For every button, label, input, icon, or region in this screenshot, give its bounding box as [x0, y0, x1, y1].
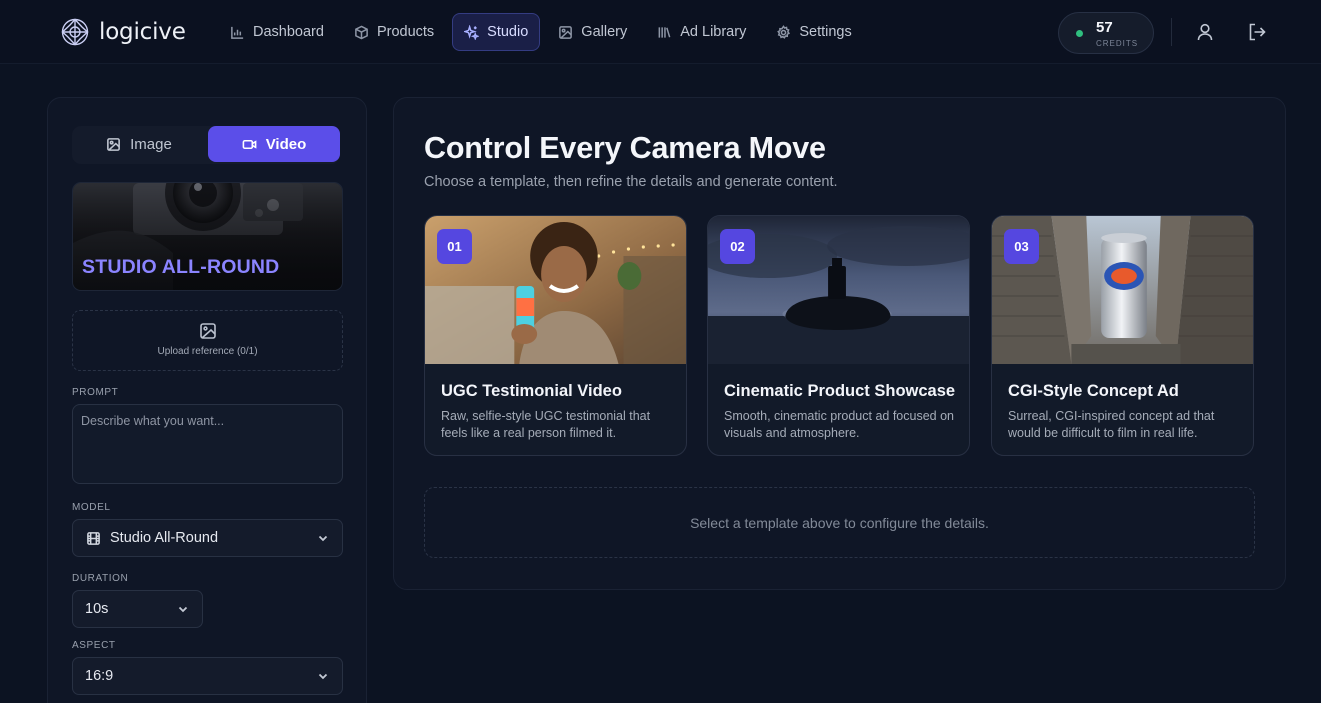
model-hero-banner[interactable]: STUDIO ALL-ROUND — [72, 182, 343, 291]
model-value: Studio All-Round — [110, 530, 219, 546]
user-icon — [1197, 23, 1213, 41]
divider — [1171, 18, 1172, 46]
top-navigation-bar: logicive Dashboard Products Studio Galle… — [0, 0, 1321, 64]
page-title: Control Every Camera Move — [424, 131, 826, 165]
empty-state-text: Select a template above to configure the… — [690, 514, 989, 531]
upload-label: Upload reference (0/1) — [157, 346, 258, 357]
nav-item-label: Products — [376, 24, 435, 40]
film-icon — [87, 531, 100, 545]
logout-button[interactable] — [1246, 21, 1268, 43]
template-panel: Control Every Camera Move Choose a templ… — [393, 97, 1286, 590]
main-nav: Dashboard Products Studio Gallery Ad Lib… — [218, 13, 864, 51]
nav-item-label: Gallery — [581, 24, 628, 40]
nav-item-ad-library[interactable]: Ad Library — [645, 13, 758, 51]
nav-item-gallery[interactable]: Gallery — [546, 13, 639, 51]
duration-label: DURATION — [72, 573, 129, 584]
page-subtitle: Choose a template, then refine the detai… — [424, 174, 838, 190]
template-title: CGI-Style Concept Ad — [1008, 382, 1179, 400]
template-description: Surreal, CGI-inspired concept ad that wo… — [1008, 409, 1215, 440]
aspect-select[interactable]: 16:9 — [72, 657, 343, 695]
upload-reference-dropzone[interactable]: Upload reference (0/1) — [72, 310, 343, 371]
logout-icon — [1249, 23, 1266, 41]
duration-value: 10s — [85, 601, 109, 617]
nav-item-products[interactable]: Products — [342, 13, 446, 51]
logo-icon — [61, 18, 89, 46]
library-icon — [658, 26, 671, 38]
template-card-cinematic[interactable]: 02 Cinematic Product Showcase Smooth, ci… — [707, 215, 970, 456]
template-description: Smooth, cinematic product ad focused on … — [724, 409, 954, 440]
nav-item-label: Ad Library — [680, 24, 747, 40]
tab-image[interactable]: Image — [72, 126, 206, 162]
bar-chart-icon — [231, 26, 244, 39]
image-upload-icon — [200, 323, 216, 339]
credits-label: CREDITS — [1096, 39, 1139, 48]
template-details-placeholder: Select a template above to configure the… — [424, 487, 1255, 558]
tab-video[interactable]: Video — [208, 126, 340, 162]
nav-item-label: Settings — [799, 24, 852, 40]
user-profile-button[interactable] — [1194, 21, 1216, 43]
nav-item-dashboard[interactable]: Dashboard — [218, 13, 336, 51]
prompt-input[interactable] — [73, 405, 342, 483]
template-number-badge: 01 — [437, 229, 472, 264]
sparkles-icon — [464, 24, 480, 40]
image-icon — [559, 25, 573, 39]
template-description: Raw, selfie-style UGC testimonial that f… — [441, 409, 651, 440]
video-camera-icon — [242, 139, 257, 149]
nav-item-label: Dashboard — [253, 24, 324, 40]
duration-select[interactable]: 10s — [72, 590, 203, 628]
nav-item-label: Studio — [487, 24, 529, 40]
nav-item-studio[interactable]: Studio — [452, 13, 541, 51]
credits-count: 57 — [1096, 19, 1113, 36]
nav-item-settings[interactable]: Settings — [764, 13, 863, 51]
model-select[interactable]: Studio All-Round — [72, 519, 343, 557]
image-icon — [107, 137, 121, 151]
template-number-badge: 03 — [1004, 229, 1039, 264]
chevron-down-icon — [178, 606, 188, 613]
template-card-ugc[interactable]: 01 UGC Testimonial Video Raw, selfie-sty… — [424, 215, 687, 456]
credits-pill[interactable]: 57 CREDITS — [1058, 12, 1154, 54]
chevron-down-icon — [318, 535, 328, 542]
tab-video-label: Video — [265, 135, 307, 153]
tab-image-label: Image — [130, 135, 172, 153]
chevron-down-icon — [318, 673, 328, 680]
credits-status-dot — [1076, 30, 1083, 37]
generation-settings-panel: Image Video STUDIO ALL-ROUND Upload refe… — [47, 97, 367, 703]
aspect-value: 16:9 — [85, 668, 114, 684]
prompt-field-container — [72, 404, 343, 484]
box-icon — [355, 25, 368, 39]
mode-toggle: Image Video — [72, 126, 340, 164]
template-title: Cinematic Product Showcase — [724, 382, 956, 400]
aspect-label: ASPECT — [72, 640, 116, 651]
template-number-badge: 02 — [720, 229, 755, 264]
template-title: UGC Testimonial Video — [441, 382, 622, 400]
logo-text: logicive — [99, 19, 186, 45]
template-card-cgi[interactable]: 03 CGI-Style Concept Ad Surreal, CGI-ins… — [991, 215, 1254, 456]
logo[interactable]: logicive — [60, 15, 186, 49]
hero-title: STUDIO ALL-ROUND — [82, 256, 280, 278]
gear-icon — [777, 24, 791, 39]
model-label: MODEL — [72, 502, 111, 513]
prompt-label: PROMPT — [72, 387, 119, 398]
